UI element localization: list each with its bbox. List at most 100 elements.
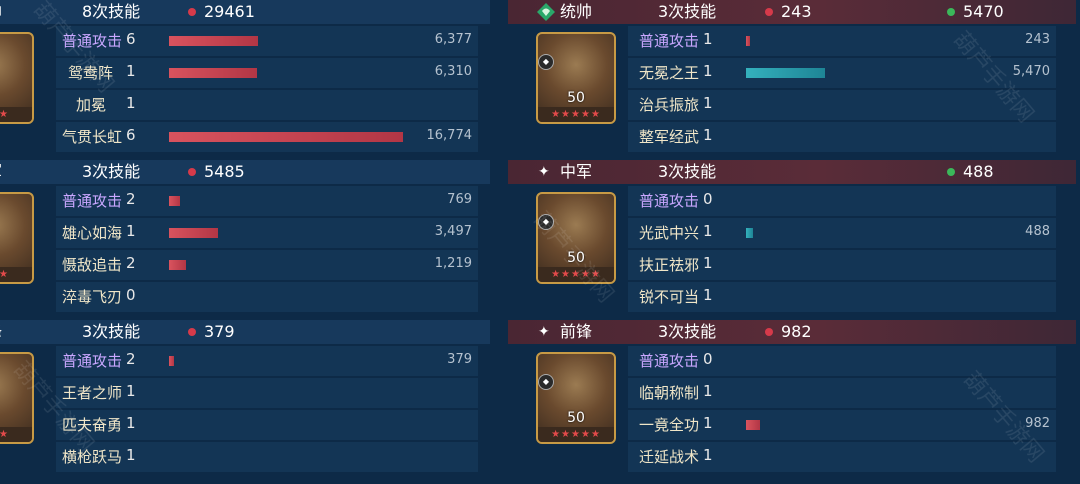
skill-row: 整军经武 1 [540,120,1080,152]
skill-uses: 0 [703,350,713,368]
skill-name: 鸳鸯阵 [68,64,114,82]
skill-name: 淬毒飞刃 [62,288,123,306]
skill-uses: 1 [703,382,713,400]
damage-bar [169,356,174,366]
general-header: ✦ 中军 3次技能 488 [508,160,1076,184]
star-icon: ✦ [538,324,550,340]
skill-row: 普通攻击 6 6,377 [0,24,540,56]
right-team-panel: 统帅 3次技能 243 5470 ◆ 50 ★★★★★ 普通攻击 1 243 无冕之王 1 5,470 治… [508,0,1080,484]
skill-name: 普通攻击 [639,32,700,50]
skill-count-label: 8次技能 [82,2,141,21]
skill-name: 光武中兴 [639,224,700,242]
skill-uses: 1 [703,62,713,80]
skill-uses: 1 [703,286,713,304]
skill-count-label: 3次技能 [82,322,141,341]
skill-uses: 1 [703,222,713,240]
skill-count-label: 3次技能 [658,162,717,181]
general-role-label: 前锋 [560,322,593,341]
skill-uses: 1 [126,446,136,464]
total-damage-value: 5485 [204,162,245,181]
skill-damage: 5,470 [1012,64,1050,79]
skill-row: 加冕 1 [0,88,540,120]
damage-dot-icon [188,328,196,336]
skill-row: 一竟全功 1 982 [540,408,1080,440]
skill-uses: 1 [126,222,136,240]
damage-dot-icon [188,8,196,16]
general-header: 军 3次技能 5485 [0,160,490,184]
heal-dot-icon [947,8,955,16]
general-role-label: 帅 [0,0,2,24]
skill-name: 普通攻击 [639,192,700,210]
skill-name: 普通攻击 [62,32,123,50]
skill-name: 匹夫奋勇 [62,416,123,434]
skill-name: 普通攻击 [639,352,700,370]
skill-uses: 2 [126,350,136,368]
skill-damage: 982 [1025,416,1050,431]
damage-bar [169,36,258,46]
skill-uses: 1 [126,414,136,432]
skill-name: 锐不可当 [639,288,700,306]
general-role-label: 统帅 [560,2,593,21]
skill-uses: 0 [126,286,136,304]
total-damage-value: 29461 [204,2,255,21]
skill-name: 普通攻击 [62,352,123,370]
general-stats-block: 统帅 3次技能 243 5470 ◆ 50 ★★★★★ 普通攻击 1 243 无冕之王 1 5,470 治… [508,0,1080,160]
damage-bar [169,228,218,238]
general-header: 帅 8次技能 29461 [0,0,490,24]
skill-row: 普通攻击 2 379 [0,344,540,376]
general-role-label: 军 [0,160,2,184]
general-stats-block: ✦ 中军 3次技能 488 ◆ 50 ★★★★★ 普通攻击 0 光武中兴 1 488 扶正祛邪 1 锐不可当… [508,160,1080,320]
damage-bar [746,228,753,238]
skill-row: 横枪跃马 1 [0,440,540,472]
star-icon: ✦ [538,164,550,180]
green-diamond-icon [536,2,556,22]
skill-row: 光武中兴 1 488 [540,216,1080,248]
skill-row: 普通攻击 1 243 [540,24,1080,56]
damage-bar [746,420,760,430]
skill-row: 临朝称制 1 [540,376,1080,408]
total-heal-value: 5470 [963,2,1004,21]
skill-damage: 16,774 [426,128,473,143]
skill-uses: 1 [703,126,713,144]
skill-name: 临朝称制 [639,384,700,402]
general-header: ✦ 前锋 3次技能 982 [508,320,1076,344]
general-header: 锋 3次技能 379 [0,320,490,344]
total-heal-value: 488 [963,162,994,181]
skill-name: 雄心如海 [62,224,123,242]
skill-name: 加冕 [76,96,107,114]
skill-uses: 6 [126,30,136,48]
skill-row: 治兵振旅 1 [540,88,1080,120]
skill-uses: 6 [126,126,136,144]
skill-uses: 1 [126,382,136,400]
skill-damage: 488 [1025,224,1050,239]
skill-row: 扶正祛邪 1 [540,248,1080,280]
skill-name: 横枪跃马 [62,448,123,466]
skill-damage: 6,310 [434,64,472,79]
total-damage-value: 982 [781,322,812,341]
damage-dot-icon [765,328,773,336]
skill-damage: 379 [447,352,472,367]
skill-damage: 3,497 [434,224,472,239]
skill-name: 整军经武 [639,128,700,146]
skill-row: 普通攻击 0 [540,184,1080,216]
damage-dot-icon [188,168,196,176]
skill-row: 鸳鸯阵 1 6,310 [0,56,540,88]
total-damage-value: 243 [781,2,812,21]
general-header: 统帅 3次技能 243 5470 [508,0,1076,24]
skill-row: 雄心如海 1 3,497 [0,216,540,248]
skill-uses: 2 [126,190,136,208]
damage-bar [169,68,257,78]
skill-name: 治兵振旅 [639,96,700,114]
skill-uses: 0 [703,190,713,208]
skill-row: 无冕之王 1 5,470 [540,56,1080,88]
skill-name: 一竟全功 [639,416,700,434]
skill-row: 普通攻击 0 [540,344,1080,376]
skill-count-label: 3次技能 [658,2,717,21]
skill-name: 无冕之王 [639,64,700,82]
general-role-label: 锋 [0,320,2,344]
skill-damage: 243 [1025,32,1050,47]
general-stats-block: 锋3次技能3790★★★普通攻击2379王者之师1匹夫奋勇1横枪跃马1 [0,320,540,480]
skill-uses: 2 [126,254,136,272]
skill-count-label: 3次技能 [82,162,141,181]
general-stats-block: 军3次技能54850★★★普通攻击2769雄心如海13,497慑敌追击21,21… [0,160,540,320]
